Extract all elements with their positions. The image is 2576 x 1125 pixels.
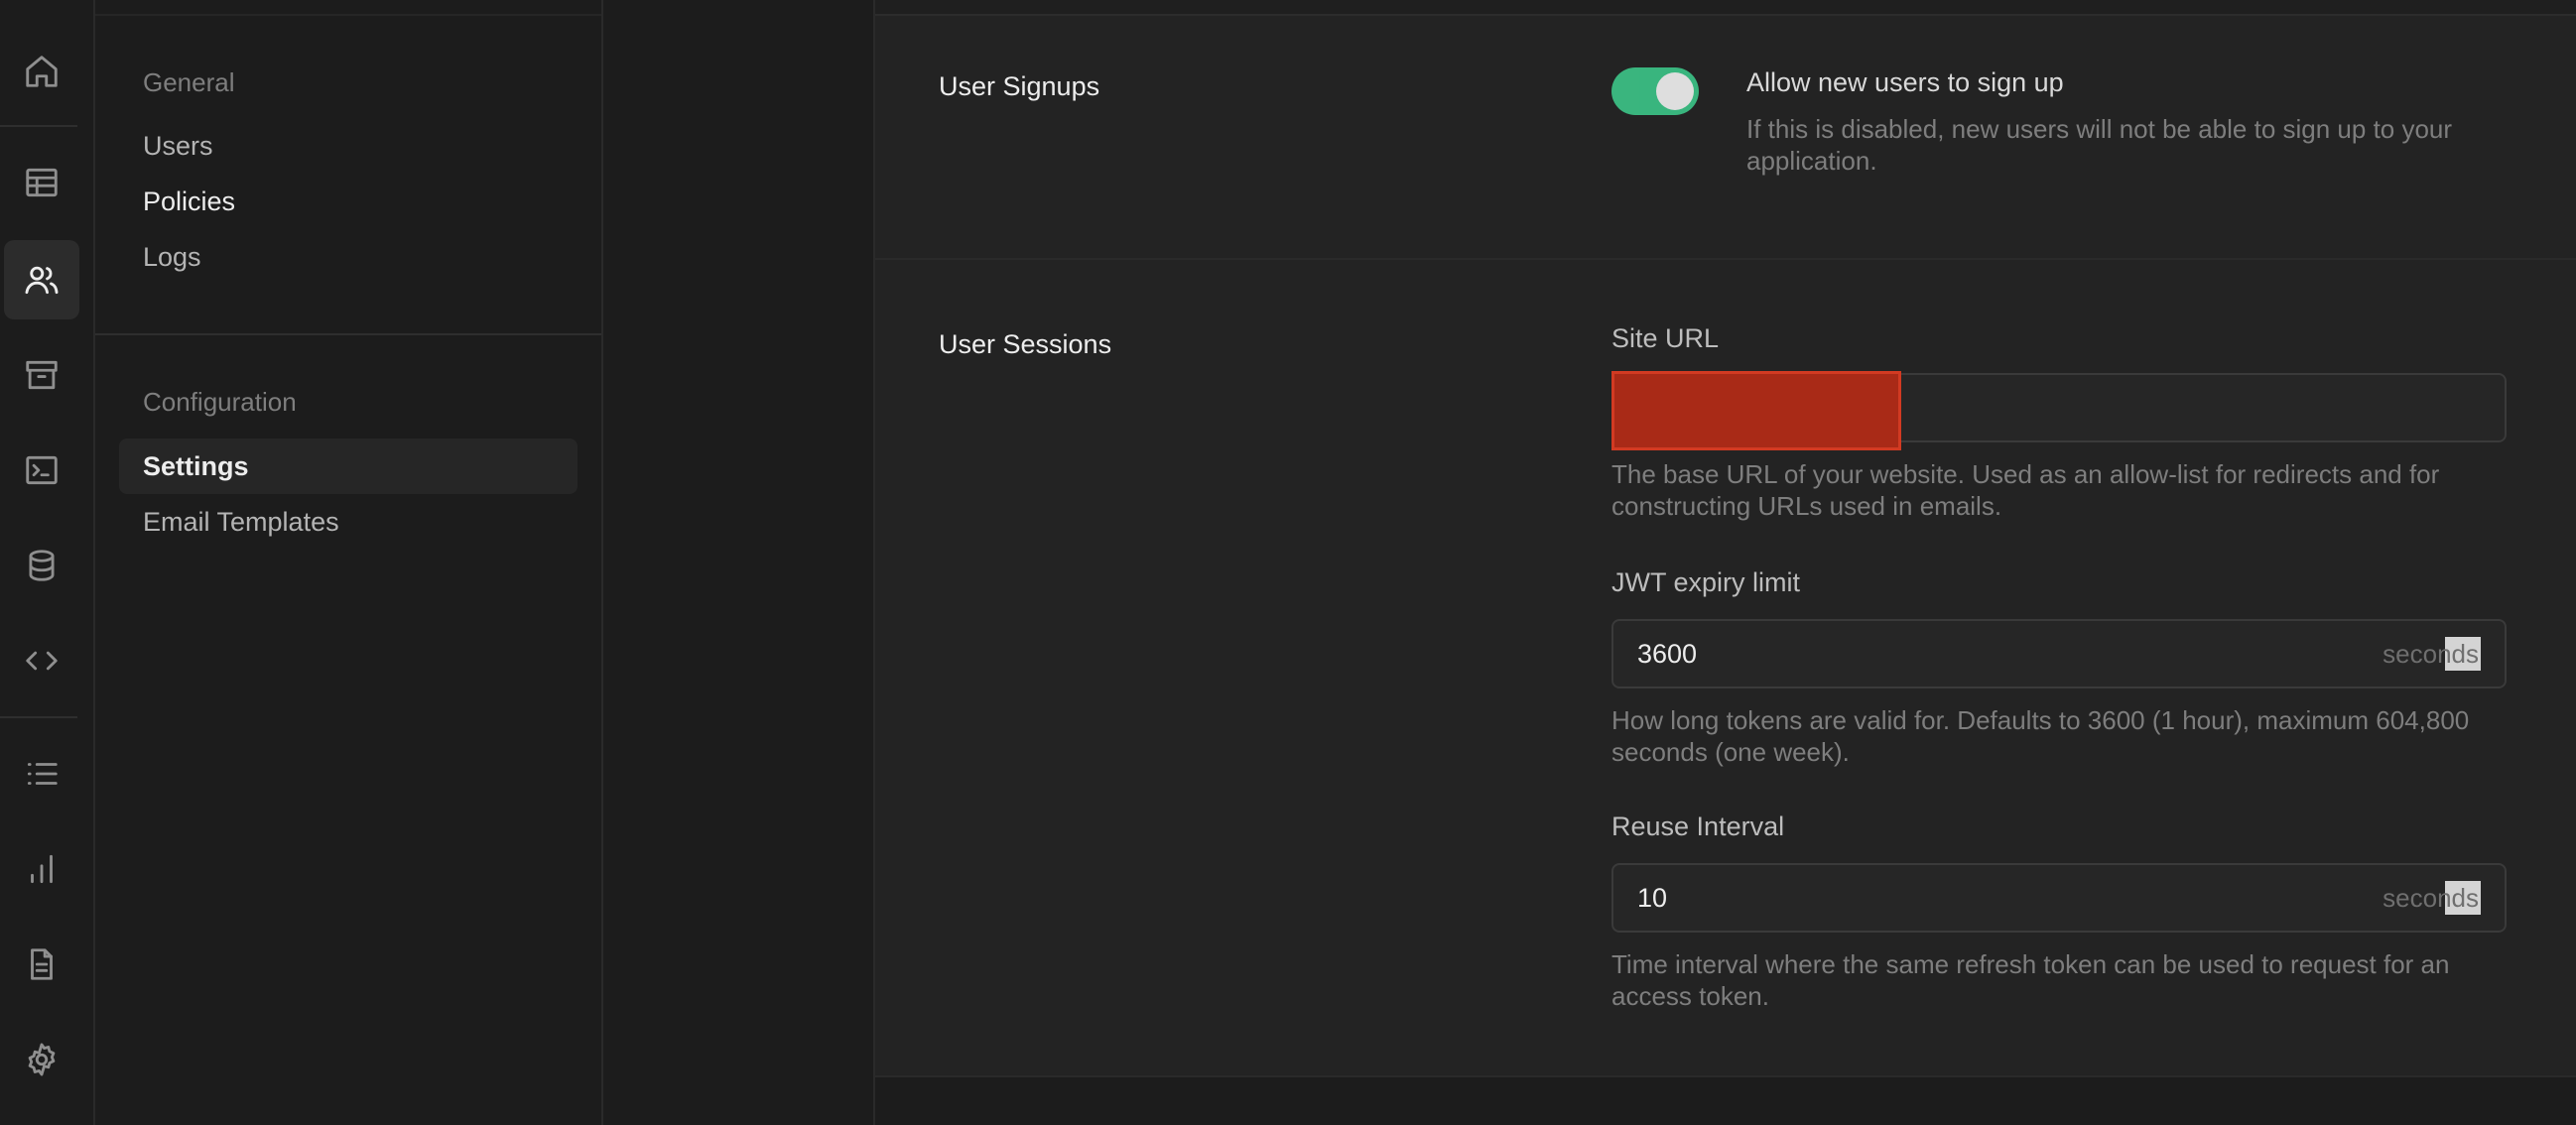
user-signups-section: User Signups Allow new users to sign up … — [875, 16, 2576, 260]
reuse-interval-help: Time interval where the same refresh tok… — [1611, 949, 2450, 1011]
icon-rail — [0, 0, 95, 1125]
list-icon[interactable] — [4, 734, 79, 813]
bar-chart-icon[interactable] — [4, 829, 79, 909]
site-url-help: The base URL of your website. Used as an… — [1611, 459, 2440, 521]
nav-item-email-templates[interactable]: Email Templates — [119, 494, 578, 550]
user-sessions-section: User Sessions Site URL The base URL of y… — [875, 260, 2576, 1077]
home-icon[interactable] — [4, 32, 79, 111]
jwt-expiry-help: How long tokens are valid for. Defaults … — [1611, 705, 2470, 767]
document-icon[interactable] — [4, 925, 79, 1004]
section-title-user-sessions: User Sessions — [939, 329, 1112, 359]
gear-icon[interactable] — [4, 1020, 79, 1099]
site-url-input[interactable] — [1611, 371, 2507, 450]
terminal-icon[interactable] — [4, 431, 79, 510]
reuse-interval-label: Reuse Interval — [1611, 812, 1785, 841]
database-icon[interactable] — [4, 526, 79, 605]
nav-item-logs[interactable]: Logs — [119, 229, 578, 285]
content-gutter — [603, 0, 875, 1125]
nav-item-settings[interactable]: Settings — [119, 438, 578, 494]
nav-heading-general: General — [143, 67, 235, 97]
allow-signups-label: Allow new users to sign up — [1746, 67, 2064, 97]
rail-divider — [0, 125, 77, 127]
code-icon[interactable] — [4, 621, 79, 700]
app-window: General Users Policies Logs Configuratio… — [0, 0, 2576, 1125]
reuse-interval-unit: seconds — [2383, 883, 2479, 913]
nav-heading-configuration: Configuration — [143, 387, 297, 417]
jwt-expiry-input[interactable]: 3600 seconds — [1611, 619, 2507, 688]
jwt-expiry-label: JWT expiry limit — [1611, 567, 1801, 597]
section-title-user-signups: User Signups — [939, 71, 1100, 101]
subnav-divider — [95, 333, 601, 335]
allow-signups-toggle[interactable] — [1611, 67, 1699, 115]
redacted-value — [1611, 371, 1901, 450]
subnav-top-divider — [95, 14, 601, 16]
toggle-knob — [1656, 72, 1694, 110]
previous-section-edge — [875, 0, 2576, 16]
users-icon[interactable] — [4, 240, 79, 319]
archive-icon[interactable] — [4, 335, 79, 415]
reuse-interval-value: 10 — [1637, 883, 1668, 913]
jwt-expiry-value: 3600 — [1637, 639, 1698, 669]
table-editor-icon[interactable] — [4, 143, 79, 222]
reuse-interval-input[interactable]: 10 seconds — [1611, 863, 2507, 933]
auth-subnav: General Users Policies Logs Configuratio… — [95, 0, 603, 1125]
settings-panel: User Signups Allow new users to sign up … — [875, 0, 2576, 1125]
nav-item-policies[interactable]: Policies — [119, 174, 578, 229]
allow-signups-description: If this is disabled, new users will not … — [1746, 114, 2453, 176]
site-url-label: Site URL — [1611, 323, 1720, 353]
nav-item-users[interactable]: Users — [119, 118, 578, 174]
rail-divider — [0, 716, 77, 718]
jwt-expiry-unit: seconds — [2383, 639, 2479, 669]
